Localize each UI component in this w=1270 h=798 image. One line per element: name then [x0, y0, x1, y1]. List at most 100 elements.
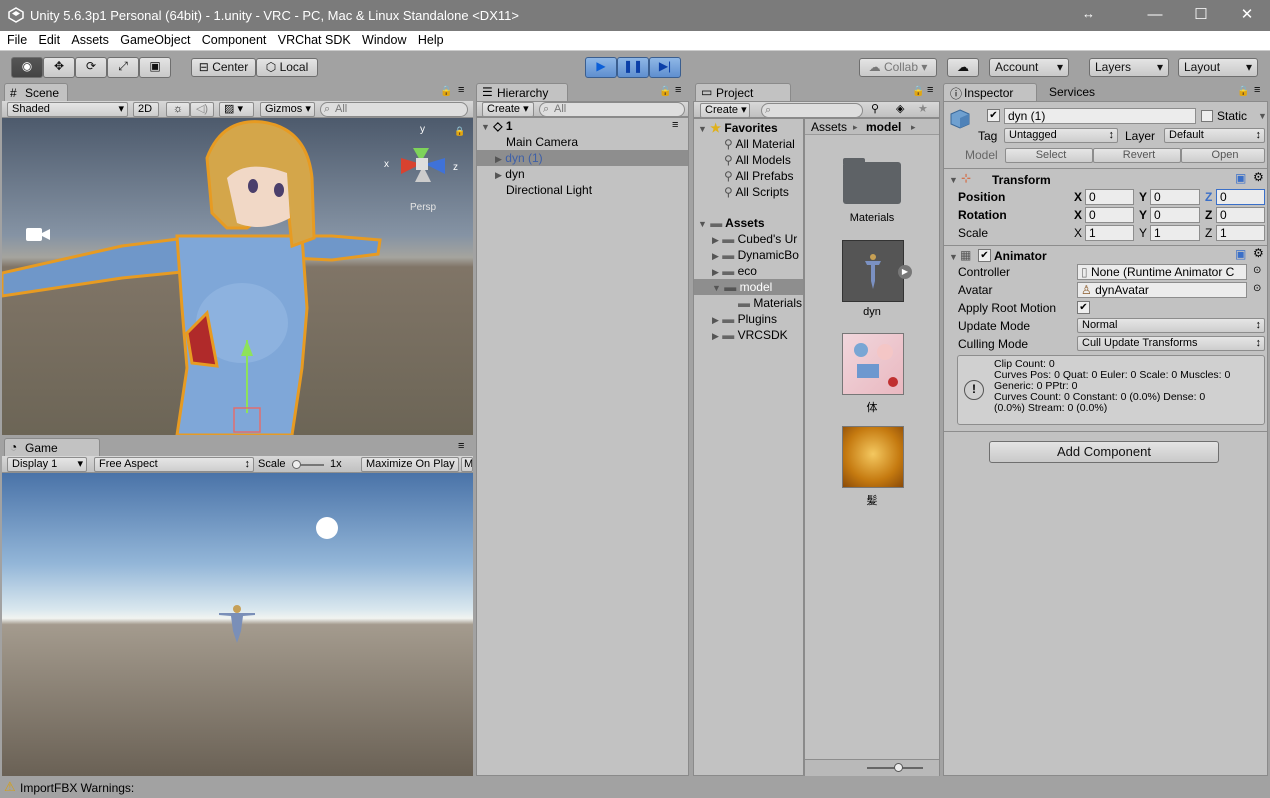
more-toggle[interactable]: M [461, 457, 473, 472]
panel-menu-icon[interactable]: ≡ [458, 84, 464, 96]
scale-z-field[interactable]: 1 [1216, 225, 1265, 241]
star-icon[interactable]: ★ [918, 102, 928, 115]
controller-field[interactable]: ▯ None (Runtime Animator C [1077, 264, 1247, 280]
search-by-type-icon[interactable]: ⚲ [871, 102, 879, 115]
gear-icon[interactable]: ⚙ [1253, 246, 1264, 260]
pivot-local-button[interactable]: ⬡ Local [256, 58, 318, 77]
folder-vrcsdk[interactable]: ▶ ▬ VRCSDK [712, 327, 788, 343]
asset-body-texture[interactable] [842, 333, 904, 395]
close-button[interactable]: ✕ [1224, 0, 1270, 31]
game-viewport[interactable] [2, 473, 473, 776]
pivot-center-button[interactable]: ⊟ Center [191, 58, 256, 77]
help-book-icon[interactable]: ▣ [1235, 247, 1246, 261]
hierarchy-item-dyn-1[interactable]: ▶ dyn (1) [477, 150, 688, 166]
scale-tool-button[interactable]: ⤢ [107, 57, 139, 78]
object-picker-icon[interactable]: ⊙ [1253, 283, 1261, 294]
cloud-services-button[interactable]: ☁ [947, 58, 979, 77]
orientation-gizmo[interactable]: y x z Persp [384, 124, 465, 213]
tab-inspector[interactable]: ⓘ Inspector [943, 83, 1037, 102]
scene-menu-icon[interactable]: ≡ [672, 119, 678, 131]
persp-label[interactable]: Persp [410, 202, 436, 213]
update-mode-dropdown[interactable]: Normal ↕ [1077, 318, 1265, 333]
menu-help[interactable]: Help [418, 31, 444, 47]
account-dropdown[interactable]: Account ▾ [989, 58, 1069, 77]
breadcrumb-assets[interactable]: Assets [811, 120, 847, 134]
tab-scene[interactable]: # Scene [4, 83, 68, 102]
hierarchy-item-dyn[interactable]: ▶ dyn [477, 166, 688, 182]
expand-asset-icon[interactable]: ▶ [898, 265, 912, 279]
asset-hair-texture[interactable] [842, 426, 904, 488]
hierarchy-search-input[interactable]: ⌕ All [539, 102, 685, 117]
static-dropdown-icon[interactable]: ▼ [1258, 111, 1267, 121]
folder-plugins[interactable]: ▶ ▬ Plugins [712, 311, 777, 327]
shading-mode-dropdown[interactable]: Shaded ▾ [7, 102, 128, 117]
2d-toggle[interactable]: 2D [133, 102, 159, 117]
rect-tool-button[interactable]: ▣ [139, 57, 171, 78]
help-book-icon[interactable]: ▣ [1235, 171, 1246, 185]
tab-hierarchy[interactable]: ☰ Hierarchy [476, 83, 568, 102]
model-revert-button[interactable]: Revert [1093, 148, 1181, 163]
step-button[interactable]: ▶| [649, 57, 681, 78]
maximize-button[interactable]: ☐ [1178, 0, 1224, 31]
folder-materials[interactable]: ▬ Materials [738, 295, 802, 311]
pause-button[interactable]: ❚❚ [617, 57, 649, 78]
hierarchy-item-directional-light[interactable]: Directional Light [506, 182, 686, 198]
scale-y-field[interactable]: 1 [1150, 225, 1200, 241]
scene-viewport[interactable]: y x z Persp 🔒 [2, 118, 473, 435]
resize-arrows-icon[interactable]: ↔ [1082, 6, 1095, 21]
model-select-button[interactable]: Select [1005, 148, 1093, 163]
project-create-dropdown[interactable]: Create ▾ [700, 103, 750, 118]
menu-window[interactable]: Window [362, 31, 406, 47]
model-open-button[interactable]: Open [1181, 148, 1265, 163]
gizmos-dropdown[interactable]: Gizmos ▾ [260, 102, 315, 117]
object-name-field[interactable]: dyn (1) [1004, 108, 1196, 124]
scale-x-field[interactable]: 1 [1085, 225, 1134, 241]
folder-dynamicbone[interactable]: ▶ ▬ DynamicBo [712, 247, 799, 263]
scene-root-row[interactable]: ▼ ◇ 1 [481, 118, 686, 134]
add-component-button[interactable]: Add Component [989, 441, 1219, 463]
position-y-field[interactable]: 0 [1150, 189, 1200, 205]
asset-dyn-model[interactable] [842, 240, 904, 302]
panel-menu-icon[interactable]: ≡ [675, 84, 681, 96]
minimize-button[interactable]: — [1132, 0, 1178, 31]
lock-icon[interactable]: 🔒 [440, 86, 452, 97]
menu-component[interactable]: Component [202, 31, 267, 47]
panel-menu-icon[interactable]: ≡ [1254, 84, 1260, 96]
layout-dropdown[interactable]: Layout ▾ [1178, 58, 1258, 77]
object-picker-icon[interactable]: ⊙ [1253, 265, 1261, 276]
layers-dropdown[interactable]: Layers ▾ [1089, 58, 1169, 77]
scene-search-input[interactable]: ⌕ All [320, 102, 468, 117]
view-tool-button[interactable]: ◉ [11, 57, 43, 78]
panel-menu-icon[interactable]: ≡ [458, 440, 464, 452]
panel-menu-icon[interactable]: ≡ [927, 84, 933, 96]
project-search-input[interactable]: ⌕ [761, 103, 863, 118]
rotation-x-field[interactable]: 0 [1085, 207, 1134, 223]
display-dropdown[interactable]: Display 1 ▾ [7, 457, 87, 472]
gizmo-lock-icon[interactable]: 🔒 [454, 126, 465, 137]
favorite-all-prefabs[interactable]: ⚲ All Prefabs [724, 168, 794, 184]
tab-game[interactable]: ◔ Game [4, 438, 100, 457]
static-checkbox[interactable] [1201, 110, 1213, 122]
position-z-field[interactable]: 0 [1216, 189, 1265, 205]
maximize-on-play-toggle[interactable]: Maximize On Play [361, 457, 459, 472]
menu-vrchat-sdk[interactable]: VRChat SDK [278, 31, 351, 47]
layer-dropdown[interactable]: Default ↕ [1164, 128, 1265, 143]
menu-assets[interactable]: Assets [71, 31, 109, 47]
tab-project[interactable]: ▭ Project [695, 83, 791, 102]
folder-model[interactable]: ▼ ▬ model [694, 279, 803, 295]
audio-toggle[interactable]: ◁) [190, 102, 214, 117]
transform-title[interactable]: Transform [992, 173, 1051, 187]
root-motion-checkbox[interactable]: ✔ [1077, 301, 1090, 314]
scale-slider[interactable] [292, 460, 324, 469]
assets-header[interactable]: ▼ ▬ Assets [698, 215, 765, 231]
favorite-all-models[interactable]: ⚲ All Models [724, 152, 791, 168]
rotation-y-field[interactable]: 0 [1150, 207, 1200, 223]
favorite-all-scripts[interactable]: ⚲ All Scripts [724, 184, 789, 200]
asset-size-slider-thumb[interactable] [894, 763, 903, 772]
active-checkbox[interactable]: ✔ [987, 109, 1000, 122]
folder-cubeds[interactable]: ▶ ▬ Cubed's Ur [712, 231, 797, 247]
animator-enabled-checkbox[interactable]: ✔ [978, 249, 991, 262]
menu-file[interactable]: File [7, 31, 27, 47]
favorite-all-materials[interactable]: ⚲ All Material [724, 136, 795, 152]
transform-fold-icon[interactable]: ▼ [949, 175, 958, 185]
